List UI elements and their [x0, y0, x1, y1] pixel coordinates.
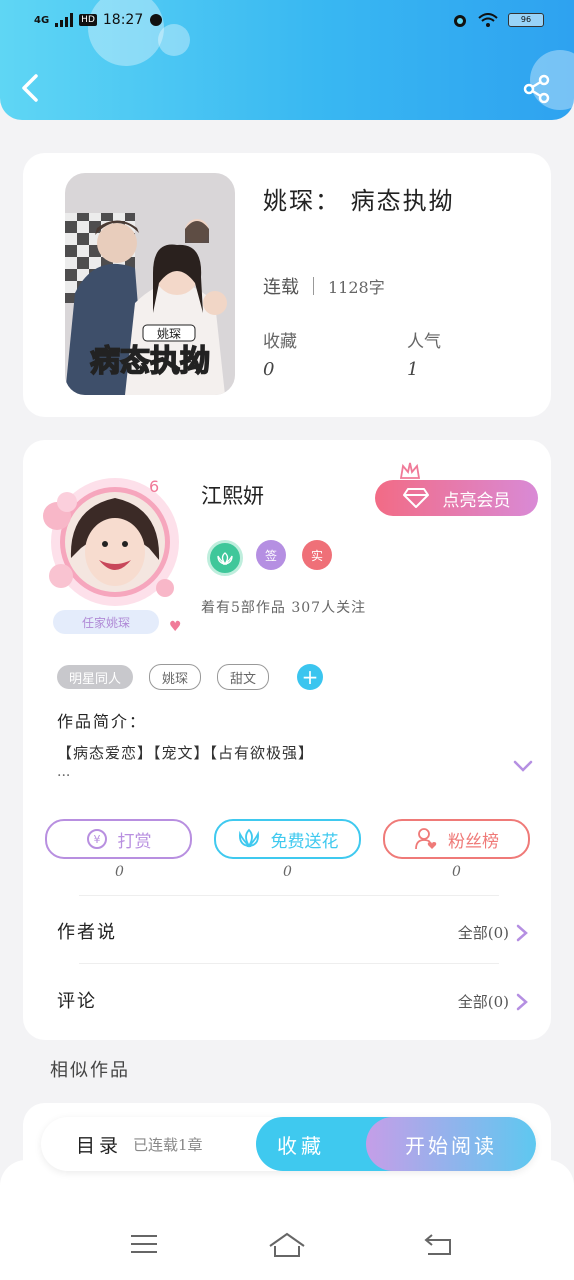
cover-tag-text: 姚琛: [157, 327, 181, 341]
author-stats: 着有5部作品 307人关注: [201, 600, 367, 616]
fan-ranking-label: 粉丝榜: [448, 831, 499, 852]
fan-ranking-button[interactable]: 粉丝榜: [383, 819, 530, 859]
chevron-left-icon: [22, 74, 38, 102]
chevron-right-icon: [516, 993, 528, 1010]
book-status: 连载: [263, 277, 299, 298]
comments-all-link[interactable]: 全部(0): [458, 991, 529, 1012]
tag-list: 明星同人 姚琛 甜文 +: [57, 664, 324, 690]
send-flower-label: 免费送花: [270, 831, 339, 852]
lotus-icon: [217, 552, 233, 565]
system-navigation-bar: [0, 1160, 574, 1280]
svg-text:¥: ¥: [93, 833, 100, 846]
serial-status: 已连载1章: [133, 1136, 203, 1154]
divider: [79, 963, 499, 964]
favorites-label: 收藏: [263, 332, 297, 352]
heart-icon: ♥: [169, 619, 182, 635]
favorite-button-label: 收藏: [277, 1133, 325, 1158]
start-reading-button[interactable]: 开始阅读: [366, 1117, 536, 1171]
tip-button[interactable]: ¥ 打赏: [45, 819, 192, 859]
flower-icon: [238, 828, 259, 848]
author-says-count: 全部(0): [457, 924, 509, 942]
badge-flower: [207, 540, 243, 576]
home-icon[interactable]: [268, 1232, 306, 1258]
battery-indicator: 96: [508, 13, 544, 27]
menu-icon[interactable]: [130, 1232, 158, 1256]
network-label: 4G: [34, 14, 50, 26]
cover-image: 姚琛 病态执拗: [65, 173, 235, 395]
hd-badge: HD: [79, 14, 97, 26]
header: 4G HD 18:27 96: [0, 0, 574, 120]
app-notification-icon: [150, 14, 163, 26]
word-count: 1128字: [328, 278, 385, 297]
similar-works-label: 相似作品: [50, 1060, 130, 1081]
share-icon: [523, 74, 550, 104]
reading-action-bar: 目录 已连载1章 收藏 开始阅读: [41, 1117, 536, 1171]
comments-label: 评论: [57, 991, 97, 1012]
table-of-contents-button[interactable]: 目录: [76, 1131, 122, 1158]
comments-count: 全部(0): [457, 993, 509, 1011]
book-cover[interactable]: 姚琛 病态执拗: [65, 173, 235, 395]
start-reading-label: 开始阅读: [405, 1133, 497, 1158]
meta-divider: [313, 277, 314, 295]
cover-title-text: 病态执拗: [90, 344, 210, 379]
status-bar: 4G HD 18:27 96: [0, 8, 574, 34]
add-tag-button[interactable]: +: [297, 664, 324, 690]
frame-caption: 任家姚琛: [82, 615, 130, 630]
intro-label: 作品简介：: [57, 712, 148, 731]
flower-count: 0: [283, 864, 292, 880]
vip-button-label: 点亮会员: [442, 490, 511, 511]
chevron-right-icon: [516, 924, 528, 941]
alarm-icon: [454, 15, 466, 27]
tag-item[interactable]: 甜文: [217, 664, 270, 690]
author-avatar[interactable]: 6 任家姚琛 ♥: [39, 468, 189, 643]
author-says-all-link[interactable]: 全部(0): [458, 922, 529, 943]
user-heart-icon: [415, 828, 437, 850]
divider: [79, 895, 499, 896]
avatar-frame: 6 任家姚琛 ♥: [43, 477, 182, 635]
book-title: 姚琛： 病态执拗: [263, 187, 455, 215]
return-icon[interactable]: [424, 1232, 452, 1256]
wifi-icon: [478, 13, 498, 27]
tip-count: 0: [115, 864, 124, 880]
intro-ellipsis: ...: [57, 764, 71, 780]
book-info-card: 姚琛 病态执拗 姚琛： 病态执拗 连载 1128字 收藏 0 人气 1: [23, 153, 551, 417]
author-says-label: 作者说: [57, 922, 117, 943]
favorites-value: 0: [263, 359, 275, 380]
popularity-value: 1: [407, 359, 419, 380]
book-detail-card: 6 任家姚琛 ♥ 江熙妍 点亮会员 签 实 着有5部作品 307人关注 明星同人…: [23, 440, 551, 1040]
tag-item[interactable]: 姚琛: [149, 664, 202, 690]
expand-intro-button[interactable]: [513, 758, 533, 774]
tip-button-label: 打赏: [117, 831, 152, 852]
coin-icon: ¥: [86, 829, 107, 849]
fan-count: 0: [452, 864, 461, 880]
tag-item[interactable]: 明星同人: [57, 665, 134, 689]
badge-signed: 签: [256, 540, 286, 570]
send-flower-button[interactable]: 免费送花: [214, 819, 361, 859]
vip-button[interactable]: 点亮会员: [375, 480, 538, 516]
level-number: 6: [149, 477, 159, 496]
diamond-icon: [402, 488, 429, 508]
signal-icon: [55, 13, 74, 27]
crown-icon: [400, 462, 420, 479]
clock: 18:27: [102, 12, 144, 28]
book-meta: 连载 1128字: [263, 273, 385, 299]
intro-text: 【病态爱恋】【宠文】【占有欲极强】: [57, 744, 315, 762]
chevron-down-icon: [513, 760, 533, 772]
share-button[interactable]: [522, 74, 552, 104]
author-name[interactable]: 江熙妍: [201, 480, 264, 510]
popularity-label: 人气: [407, 332, 441, 352]
badge-verified: 实: [302, 540, 332, 570]
back-button[interactable]: [18, 70, 46, 106]
